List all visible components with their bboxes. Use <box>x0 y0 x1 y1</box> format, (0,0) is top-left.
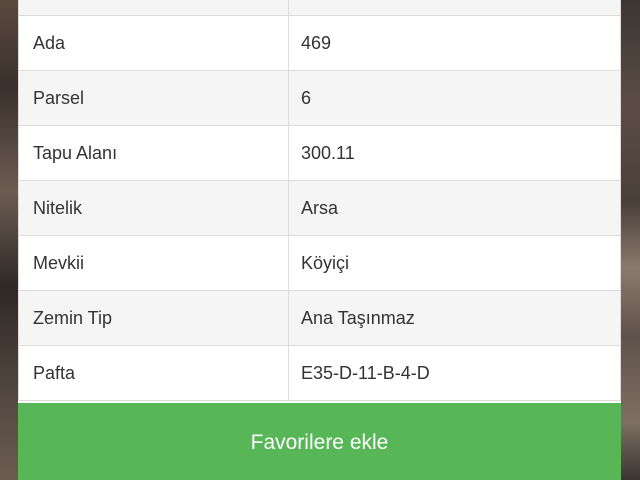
table-row: Nitelik Arsa <box>18 180 621 236</box>
table-row <box>18 0 621 16</box>
property-value-pafta: E35-D-11-B-4-D <box>288 345 621 401</box>
parcel-properties-table: Ada 469 Parsel 6 Tapu Alanı 300.11 Nitel… <box>18 0 621 401</box>
property-label-pafta: Pafta <box>18 345 289 401</box>
property-value-parsel: 6 <box>288 70 621 126</box>
property-value-zemin-tip: Ana Taşınmaz <box>288 290 621 346</box>
property-value-ada: 469 <box>288 15 621 71</box>
property-label-zemin-tip: Zemin Tip <box>18 290 289 346</box>
property-label <box>18 0 289 16</box>
table-row: Tapu Alanı 300.11 <box>18 125 621 181</box>
table-row: Ada 469 <box>18 15 621 71</box>
property-value-tapu-alani: 300.11 <box>288 125 621 181</box>
property-label-ada: Ada <box>18 15 289 71</box>
property-label-tapu-alani: Tapu Alanı <box>18 125 289 181</box>
table-row: Mevkii Köyiçi <box>18 235 621 291</box>
add-to-favorites-button[interactable]: Favorilere ekle <box>18 403 621 480</box>
table-row: Zemin Tip Ana Taşınmaz <box>18 290 621 346</box>
property-value <box>288 0 621 16</box>
property-value-nitelik: Arsa <box>288 180 621 236</box>
property-label-nitelik: Nitelik <box>18 180 289 236</box>
table-row: Pafta E35-D-11-B-4-D <box>18 345 621 401</box>
property-label-parsel: Parsel <box>18 70 289 126</box>
table-row: Parsel 6 <box>18 70 621 126</box>
background-photo-left <box>0 0 20 480</box>
property-label-mevkii: Mevkii <box>18 235 289 291</box>
background-photo-right <box>618 0 640 480</box>
property-value-mevkii: Köyiçi <box>288 235 621 291</box>
